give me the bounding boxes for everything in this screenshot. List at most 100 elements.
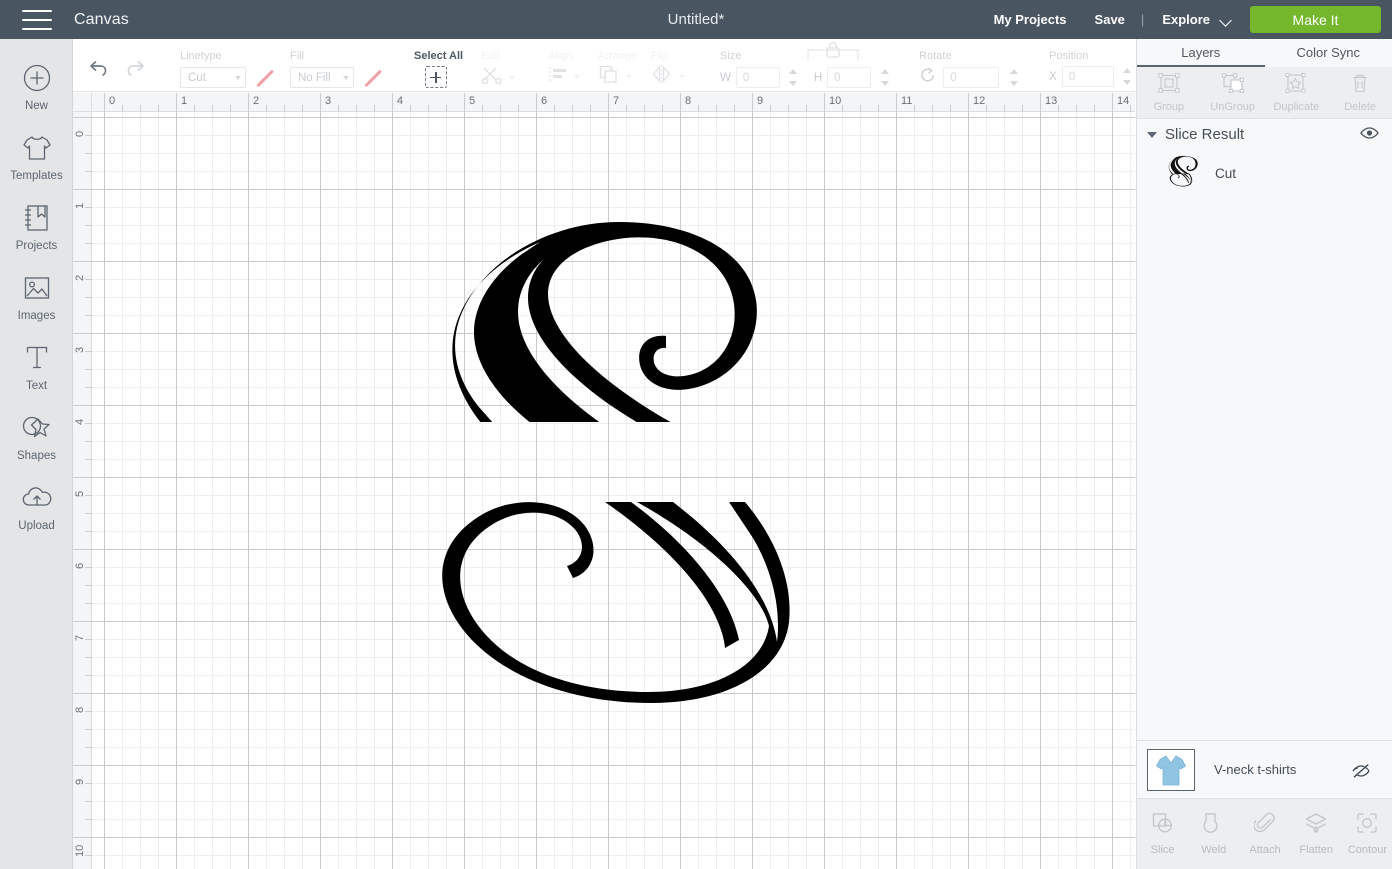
flip-icon (651, 64, 673, 89)
rotate-icon[interactable] (919, 66, 937, 89)
hamburger-menu-icon[interactable] (22, 9, 52, 30)
ruler-major-tick (536, 93, 537, 112)
duplicate-button[interactable]: Duplicate (1265, 67, 1329, 118)
weld-button[interactable]: Weld (1188, 812, 1239, 856)
sidebar-label-templates: Templates (10, 170, 63, 182)
sidebar-item-images[interactable]: Images (0, 263, 73, 333)
flip-group[interactable]: Flip (632, 39, 685, 92)
size-w-label: W (720, 71, 731, 84)
sidebar-item-projects[interactable]: Projects (0, 193, 73, 263)
ruler-minor-tick (85, 423, 92, 424)
ruler-v-number: 1 (74, 202, 86, 209)
ruler-v-number: 7 (74, 634, 86, 641)
ruler-major-tick (968, 93, 969, 112)
fill-color-swatch[interactable] (361, 68, 380, 87)
align-group[interactable]: Align (532, 39, 580, 92)
size-h-label: H (813, 71, 823, 84)
flatten-button[interactable]: Flatten (1291, 812, 1342, 856)
ruler-minor-tick (1058, 105, 1059, 112)
select-all-icon[interactable] (425, 66, 447, 88)
attach-button[interactable]: Attach (1239, 812, 1290, 856)
canvas-grid[interactable] (92, 112, 1135, 869)
linetype-color-swatch[interactable] (253, 68, 272, 87)
position-x-input[interactable]: 0 (1061, 66, 1114, 87)
tab-color-sync[interactable]: Color Sync (1265, 39, 1392, 67)
design-canvas[interactable]: 01234567891011121314 012345678910 100% (73, 93, 1135, 869)
sidebar-item-upload[interactable]: Upload (0, 473, 73, 543)
ruler-minor-tick (338, 105, 339, 112)
sidebar-item-text[interactable]: Text (0, 333, 73, 403)
ruler-minor-tick (950, 105, 951, 112)
ruler-minor-tick (860, 105, 861, 112)
ruler-minor-tick (1130, 105, 1131, 112)
ruler-minor-tick (842, 105, 843, 112)
explore-label: Explore (1162, 12, 1210, 27)
delete-button[interactable]: Delete (1328, 67, 1392, 118)
sidebar-item-shapes[interactable]: Shapes (0, 403, 73, 473)
contour-label: Contour (1347, 844, 1387, 856)
fill-label: Fill (290, 50, 305, 62)
ruler-minor-tick (85, 387, 92, 388)
rotate-stepper[interactable] (1008, 69, 1019, 86)
ruler-major-tick (1112, 93, 1113, 112)
size-w-input[interactable]: 0 (735, 67, 780, 88)
arrange-layers-icon (598, 64, 620, 89)
material-name: V-neck t-shirts (1214, 762, 1297, 777)
ungroup-icon (1221, 72, 1244, 98)
ungroup-button[interactable]: UnGroup (1201, 67, 1265, 118)
slice-button[interactable]: Slice (1137, 812, 1188, 856)
sidebar-label-new: New (24, 100, 48, 112)
ruler-minor-tick (85, 369, 92, 370)
contour-button[interactable]: Contour (1342, 812, 1392, 856)
sidebar-label-images: Images (17, 310, 56, 322)
ruler-major-tick (680, 93, 681, 112)
save-button[interactable]: Save (1081, 12, 1139, 27)
layer-group-header[interactable]: Slice Result (1137, 119, 1392, 150)
select-all-group[interactable]: Select All (397, 39, 463, 92)
tab-layers[interactable]: Layers (1137, 39, 1265, 67)
make-it-button[interactable]: Make It (1250, 6, 1381, 33)
ruler-major-tick (752, 93, 753, 112)
sidebar-item-new[interactable]: New (0, 53, 73, 123)
sidebar-item-templates[interactable]: Templates (0, 123, 73, 193)
edit-group[interactable]: Edit (465, 39, 515, 92)
ruler-minor-tick (230, 105, 231, 112)
my-projects-link[interactable]: My Projects (980, 12, 1081, 27)
group-icon (1158, 72, 1180, 98)
arrange-group[interactable]: Arrange (580, 39, 637, 92)
undo-arrow-icon[interactable] (88, 57, 112, 82)
fill-select[interactable]: No Fill (290, 67, 354, 88)
upload-cloud-icon (21, 481, 53, 515)
position-x-stepper[interactable] (1122, 68, 1133, 85)
size-h-input[interactable]: 0 (827, 67, 872, 88)
lock-icon[interactable] (802, 41, 864, 68)
ruler-h-number: 2 (253, 95, 260, 107)
right-panel: Layers Color Sync Group UnGroup Duplicat… (1136, 39, 1392, 869)
redo-arrow-icon[interactable] (122, 57, 146, 82)
ruler-minor-tick (878, 105, 879, 112)
eye-icon[interactable] (1360, 126, 1379, 145)
header-separator: | (1140, 12, 1145, 27)
ruler-h-number: 12 (973, 95, 986, 107)
size-w-stepper[interactable] (788, 69, 799, 86)
align-label: Align (548, 50, 573, 62)
slice-label: Slice (1150, 844, 1175, 856)
ruler-minor-tick (410, 105, 411, 112)
ruler-major-tick (320, 93, 321, 112)
triangle-down-icon[interactable] (1147, 131, 1157, 138)
ruler-minor-tick (1076, 105, 1077, 112)
ruler-major-tick (176, 93, 177, 112)
material-preview-row[interactable]: V-neck t-shirts (1137, 740, 1392, 798)
ruler-minor-tick (85, 747, 92, 748)
linetype-select[interactable]: Cut (180, 67, 246, 88)
explore-machine-selector[interactable]: Explore (1146, 12, 1238, 27)
ruler-minor-tick (85, 351, 92, 352)
size-h-stepper[interactable] (879, 69, 890, 86)
group-button[interactable]: Group (1137, 67, 1201, 118)
rotate-input[interactable]: 0 (943, 67, 1000, 88)
size-group: Size W 0 H 0 (703, 39, 890, 92)
layer-row-cut[interactable]: Cut (1137, 150, 1392, 196)
linetype-group: Linetype Cut (163, 39, 272, 92)
eye-slash-icon[interactable] (1351, 763, 1371, 784)
ruler-minor-tick (356, 105, 357, 112)
